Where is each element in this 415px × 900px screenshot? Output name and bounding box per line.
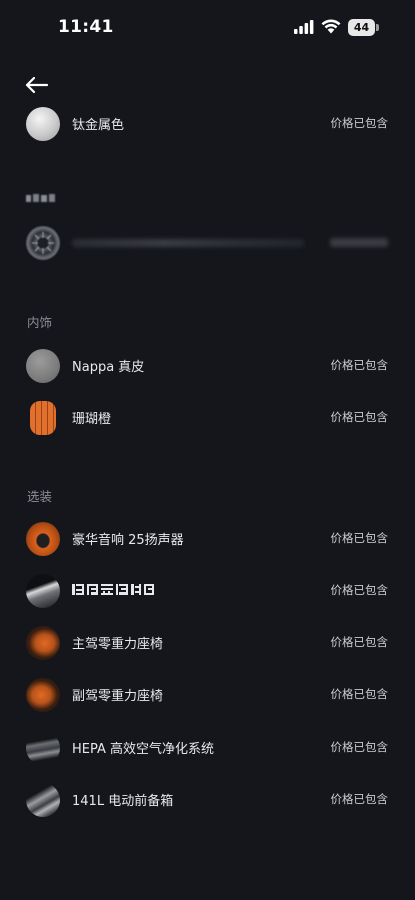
- item-label: 豪华音响 25扬声器: [72, 533, 184, 548]
- price-status: 价格已包含: [330, 116, 389, 130]
- list-item-driver-zero-gravity-seat[interactable]: 主驾零重力座椅 价格已包含: [0, 622, 415, 662]
- price-status: 价格已包含: [330, 687, 389, 701]
- price-status: 价格已包含: [330, 531, 389, 545]
- price-status: 价格已包含: [330, 792, 389, 806]
- list-item-exterior-color[interactable]: 钛金属色 价格已包含: [0, 103, 415, 143]
- section-title-interior: 内饰: [27, 315, 53, 330]
- signal-icon: [294, 20, 314, 34]
- section-title-options: 选装: [27, 489, 53, 504]
- item-label: 主驾零重力座椅: [72, 637, 164, 652]
- price-status: 价格已包含: [330, 410, 389, 424]
- price-status: 价格已包含: [330, 358, 389, 372]
- seat-thumbnail: [26, 626, 60, 660]
- price-status: 价格已包含: [330, 583, 389, 597]
- item-label: 141L 电动前备箱: [72, 794, 174, 809]
- color-swatch-titanium: [26, 107, 60, 141]
- wifi-icon: [321, 19, 341, 34]
- list-item-premium-audio[interactable]: 豪华音响 25扬声器 价格已包含: [0, 518, 415, 558]
- item-label: 副驾零重力座椅: [72, 689, 164, 704]
- wheel-thumbnail: [26, 226, 60, 260]
- item-label: 珊瑚橙: [72, 412, 112, 427]
- list-item-nappa-leather[interactable]: Nappa 真皮 价格已包含: [0, 345, 415, 385]
- battery-level: 44: [348, 19, 375, 36]
- list-item-glitched[interactable]: 价格已包含: [0, 570, 415, 610]
- configuration-details-screen: 11:41 44 钛金属色 价格已包含 内饰 Nappa 真皮 价格已包含 珊瑚…: [0, 0, 415, 900]
- back-arrow-icon: [25, 76, 49, 94]
- list-item-coral-orange[interactable]: 珊瑚橙 价格已包含: [0, 397, 415, 437]
- list-item-passenger-zero-gravity-seat[interactable]: 副驾零重力座椅 价格已包含: [0, 674, 415, 714]
- item-label: 钛金属色: [72, 118, 125, 133]
- back-button[interactable]: [22, 70, 52, 100]
- status-time: 11:41: [58, 17, 114, 37]
- list-item-hepa-filter[interactable]: HEPA 高效空气净化系统 价格已包含: [0, 727, 415, 767]
- list-item-front-trunk[interactable]: 141L 电动前备箱 价格已包含: [0, 779, 415, 819]
- battery-icon: 44: [348, 19, 380, 36]
- option-thumbnail: [26, 574, 60, 608]
- blurred-label: [72, 239, 304, 247]
- item-label: HEPA 高效空气净化系统: [72, 742, 215, 757]
- air-filter-thumbnail: [26, 731, 60, 765]
- battery-tip: [376, 24, 379, 31]
- leather-swatch: [26, 349, 60, 383]
- list-item-wheels[interactable]: [0, 222, 415, 262]
- price-status: 价格已包含: [330, 740, 389, 754]
- audio-thumbnail: [26, 522, 60, 556]
- coral-orange-swatch: [30, 401, 56, 435]
- glitched-text-graphic: [72, 584, 154, 595]
- blurred-price: [330, 238, 388, 247]
- price-status: 价格已包含: [330, 635, 389, 649]
- section-title-blurred: [26, 190, 56, 204]
- seat-thumbnail: [26, 678, 60, 712]
- item-label: Nappa 真皮: [72, 360, 145, 375]
- status-bar: 11:41 44: [0, 0, 415, 56]
- front-trunk-thumbnail: [26, 783, 60, 817]
